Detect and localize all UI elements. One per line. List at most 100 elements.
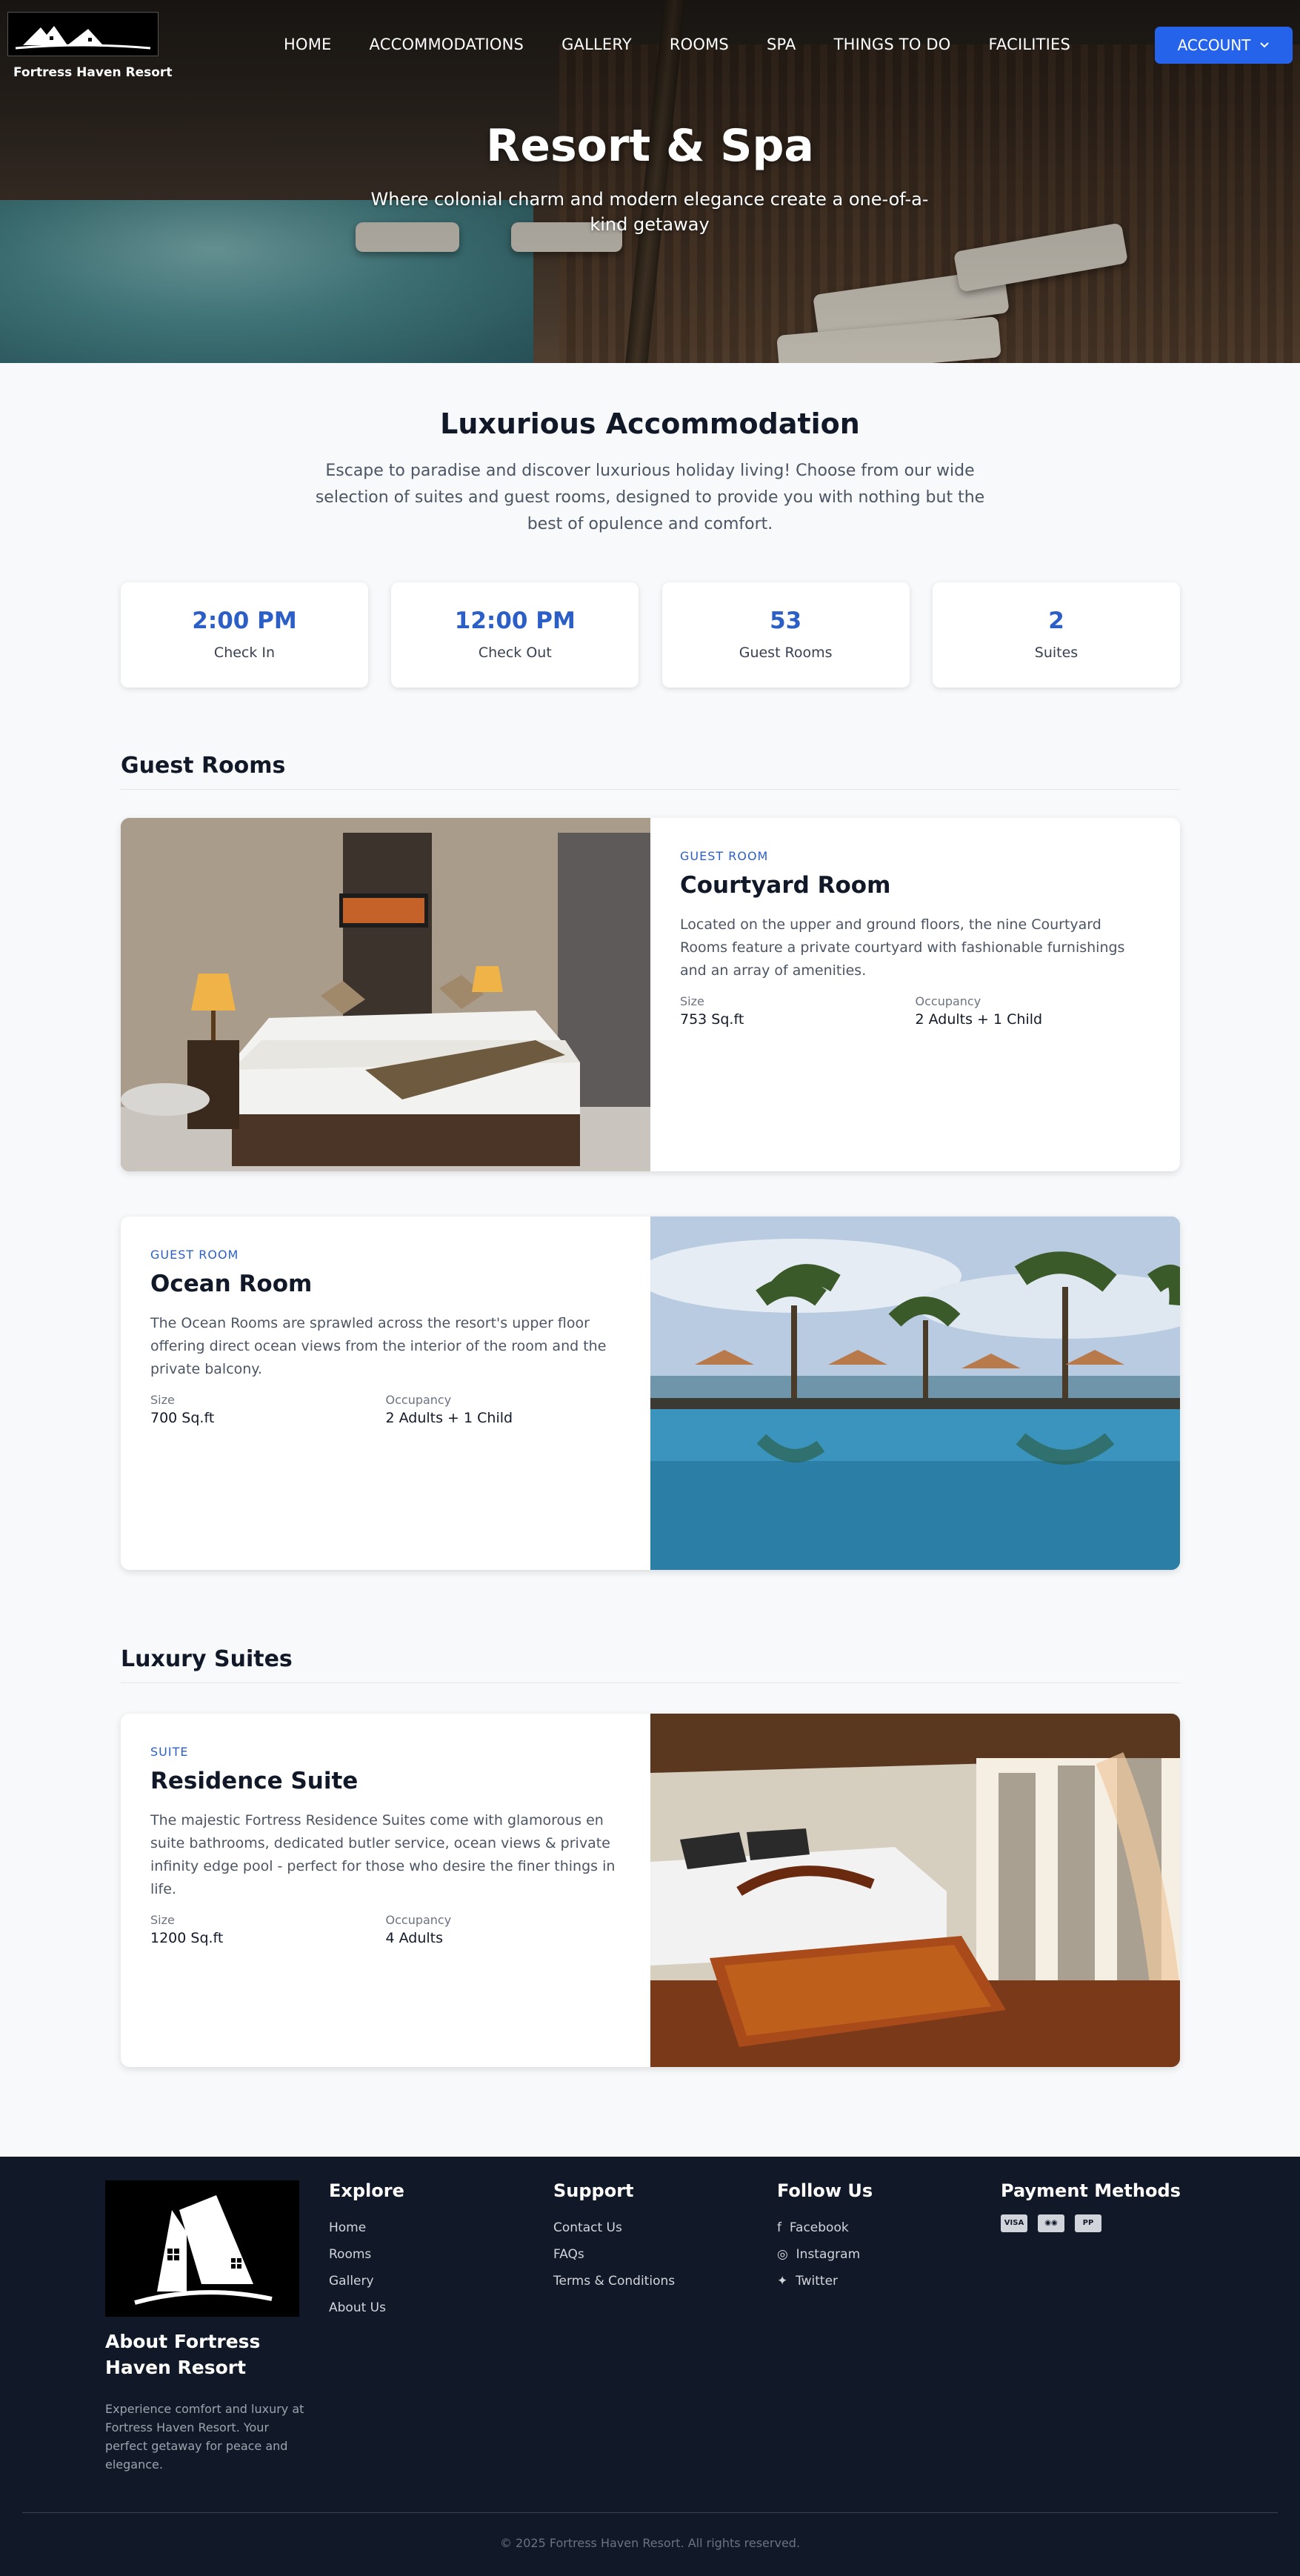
spec-label: Size bbox=[150, 1393, 175, 1407]
nav-spa[interactable]: SPA bbox=[767, 36, 796, 53]
room-type: GUEST ROOM bbox=[150, 1248, 239, 1262]
account-label: ACCOUNT bbox=[1177, 36, 1251, 54]
spec-label: Occupancy bbox=[915, 994, 981, 1008]
nav-facilities[interactable]: FACILITIES bbox=[989, 36, 1071, 53]
stat-card-check-out: 12:00 PM Check Out bbox=[391, 582, 639, 688]
spec-occupancy: Occupancy 2 Adults + 1 Child bbox=[386, 1393, 621, 1426]
account-button[interactable]: ACCOUNT bbox=[1155, 27, 1293, 64]
footer-logo[interactable] bbox=[105, 2180, 299, 2317]
spec-value: 1200 Sq.ft bbox=[150, 1930, 224, 1946]
spec-label: Size bbox=[680, 994, 704, 1008]
stat-value: 2 bbox=[1048, 608, 1064, 634]
footer-link-gallery[interactable]: Gallery bbox=[329, 2268, 404, 2294]
spec-size: Size 753 Sq.ft bbox=[680, 994, 916, 1028]
nav-rooms[interactable]: ROOMS bbox=[670, 36, 729, 53]
footer-col-title: Follow Us bbox=[777, 2180, 873, 2201]
footer-link-contact[interactable]: Contact Us bbox=[553, 2214, 675, 2241]
footer-link-rooms[interactable]: Rooms bbox=[329, 2241, 404, 2268]
payment-icons: VISA ◉◉ PP bbox=[1001, 2214, 1181, 2232]
spec-value: 753 Sq.ft bbox=[680, 1011, 744, 1028]
room-image bbox=[121, 818, 650, 1171]
house-logo-icon bbox=[134, 2195, 273, 2305]
stat-label: Guest Rooms bbox=[739, 645, 833, 661]
spec-size: Size 1200 Sq.ft bbox=[150, 1913, 386, 1946]
room-name: Ocean Room bbox=[150, 1271, 313, 1297]
stat-value: 12:00 PM bbox=[454, 608, 576, 634]
hero-subtitle: Where colonial charm and modern elegance… bbox=[370, 189, 929, 235]
stat-card-guest-rooms: 53 Guest Rooms bbox=[661, 582, 910, 688]
house-logo-icon bbox=[15, 26, 151, 50]
twitter-icon: ✦ bbox=[777, 2274, 788, 2289]
footer-link-about[interactable]: About Us bbox=[329, 2294, 404, 2321]
logo[interactable] bbox=[7, 12, 159, 56]
room-info: SUITE Residence Suite The majestic Fortr… bbox=[121, 1714, 650, 2067]
room-name: Residence Suite bbox=[150, 1768, 359, 1794]
room-specs: Size 700 Sq.ft Occupancy 2 Adults + 1 Ch… bbox=[150, 1393, 621, 1426]
spec-occupancy: Occupancy 2 Adults + 1 Child bbox=[916, 994, 1151, 1028]
nav-things-to-do[interactable]: THINGS TO DO bbox=[834, 36, 951, 53]
navbar: Fortress Haven Resort HOME ACCOMMODATION… bbox=[0, 0, 1300, 90]
footer-col-title: Support bbox=[553, 2180, 634, 2201]
spec-value: 2 Adults + 1 Child bbox=[915, 1011, 1043, 1028]
instagram-icon: ◎ bbox=[777, 2247, 788, 2262]
room-info: GUEST ROOM Ocean Room The Ocean Rooms ar… bbox=[121, 1217, 650, 1570]
nav-menu: HOME ACCOMMODATIONS GALLERY ROOMS SPA TH… bbox=[284, 36, 1108, 53]
stat-label: Check In bbox=[213, 645, 276, 661]
room-description: The Ocean Rooms are sprawled across the … bbox=[150, 1315, 607, 1377]
ocean-pool-photo bbox=[650, 1217, 1180, 1570]
room-card-residence-suite[interactable]: SUITE Residence Suite The majestic Fortr… bbox=[121, 1714, 1180, 2067]
brand-name: Fortress Haven Resort bbox=[13, 65, 173, 80]
mastercard-icon: ◉◉ bbox=[1038, 2214, 1064, 2232]
hero-title: Resort & Spa bbox=[486, 120, 814, 172]
footer-link-instagram[interactable]: ◎ Instagram bbox=[777, 2241, 873, 2268]
room-card-ocean[interactable]: GUEST ROOM Ocean Room The Ocean Rooms ar… bbox=[121, 1217, 1180, 1570]
footer-about-title: About Fortress Haven Resort bbox=[105, 2331, 261, 2378]
hero-banner: Fortress Haven Resort HOME ACCOMMODATION… bbox=[0, 0, 1300, 363]
paypal-icon: PP bbox=[1075, 2214, 1101, 2232]
room-name: Courtyard Room bbox=[680, 872, 891, 899]
room-image bbox=[650, 1714, 1180, 2067]
room-specs: Size 1200 Sq.ft Occupancy 4 Adults bbox=[150, 1913, 621, 1946]
footer-link-facebook[interactable]: f Facebook bbox=[777, 2214, 873, 2241]
spec-label: Occupancy bbox=[385, 1393, 452, 1407]
intro-text: Escape to paradise and discover luxuriou… bbox=[315, 462, 985, 533]
room-type: SUITE bbox=[150, 1745, 189, 1759]
footer-col-title: Explore bbox=[329, 2180, 404, 2201]
stat-label: Suites bbox=[1034, 645, 1079, 661]
footer-payment: Payment Methods VISA ◉◉ PP bbox=[1001, 2180, 1181, 2232]
room-description: The majestic Fortress Residence Suites c… bbox=[150, 1812, 616, 1897]
spec-label: Size bbox=[150, 1913, 175, 1927]
nav-accommodations[interactable]: ACCOMMODATIONS bbox=[370, 36, 524, 53]
footer-link-terms[interactable]: Terms & Conditions bbox=[553, 2268, 675, 2294]
stat-value: 2:00 PM bbox=[192, 608, 297, 634]
footer-link-twitter[interactable]: ✦ Twitter bbox=[777, 2268, 873, 2294]
stat-card-suites: 2 Suites bbox=[932, 582, 1180, 688]
facebook-icon: f bbox=[777, 2220, 781, 2235]
footer-support: Support Contact Us FAQs Terms & Conditio… bbox=[553, 2180, 675, 2294]
stats-row: 2:00 PM Check In 12:00 PM Check Out 53 G… bbox=[121, 582, 1180, 688]
footer-col-title: Payment Methods bbox=[1001, 2180, 1181, 2201]
chevron-down-icon bbox=[1260, 42, 1270, 48]
footer-copyright: © 2025 Fortress Haven Resort. All rights… bbox=[499, 2536, 801, 2550]
footer-link-faqs[interactable]: FAQs bbox=[553, 2241, 675, 2268]
stat-value: 53 bbox=[770, 608, 802, 634]
room-description: Located on the upper and ground floors, … bbox=[680, 916, 1125, 979]
footer: About Fortress Haven Resort Experience c… bbox=[0, 2157, 1300, 2576]
room-card-courtyard[interactable]: GUEST ROOM Courtyard Room Located on the… bbox=[121, 818, 1180, 1171]
nav-gallery[interactable]: GALLERY bbox=[561, 36, 632, 53]
suite-photo bbox=[650, 1714, 1180, 2067]
intro-title: Luxurious Accommodation bbox=[440, 407, 860, 440]
link-text: Instagram bbox=[796, 2247, 861, 2262]
spec-value: 2 Adults + 1 Child bbox=[385, 1410, 513, 1426]
footer-explore: Explore Home Rooms Gallery About Us bbox=[329, 2180, 404, 2321]
room-image bbox=[650, 1217, 1180, 1570]
room-info: GUEST ROOM Courtyard Room Located on the… bbox=[650, 818, 1180, 1171]
footer-link-home[interactable]: Home bbox=[329, 2214, 404, 2241]
footer-divider bbox=[22, 2512, 1278, 2513]
nav-home[interactable]: HOME bbox=[284, 36, 332, 53]
spec-value: 700 Sq.ft bbox=[150, 1410, 215, 1426]
spec-size: Size 700 Sq.ft bbox=[150, 1393, 386, 1426]
room-specs: Size 753 Sq.ft Occupancy 2 Adults + 1 Ch… bbox=[680, 994, 1150, 1028]
room-type: GUEST ROOM bbox=[680, 849, 769, 863]
spec-label: Occupancy bbox=[385, 1913, 452, 1927]
